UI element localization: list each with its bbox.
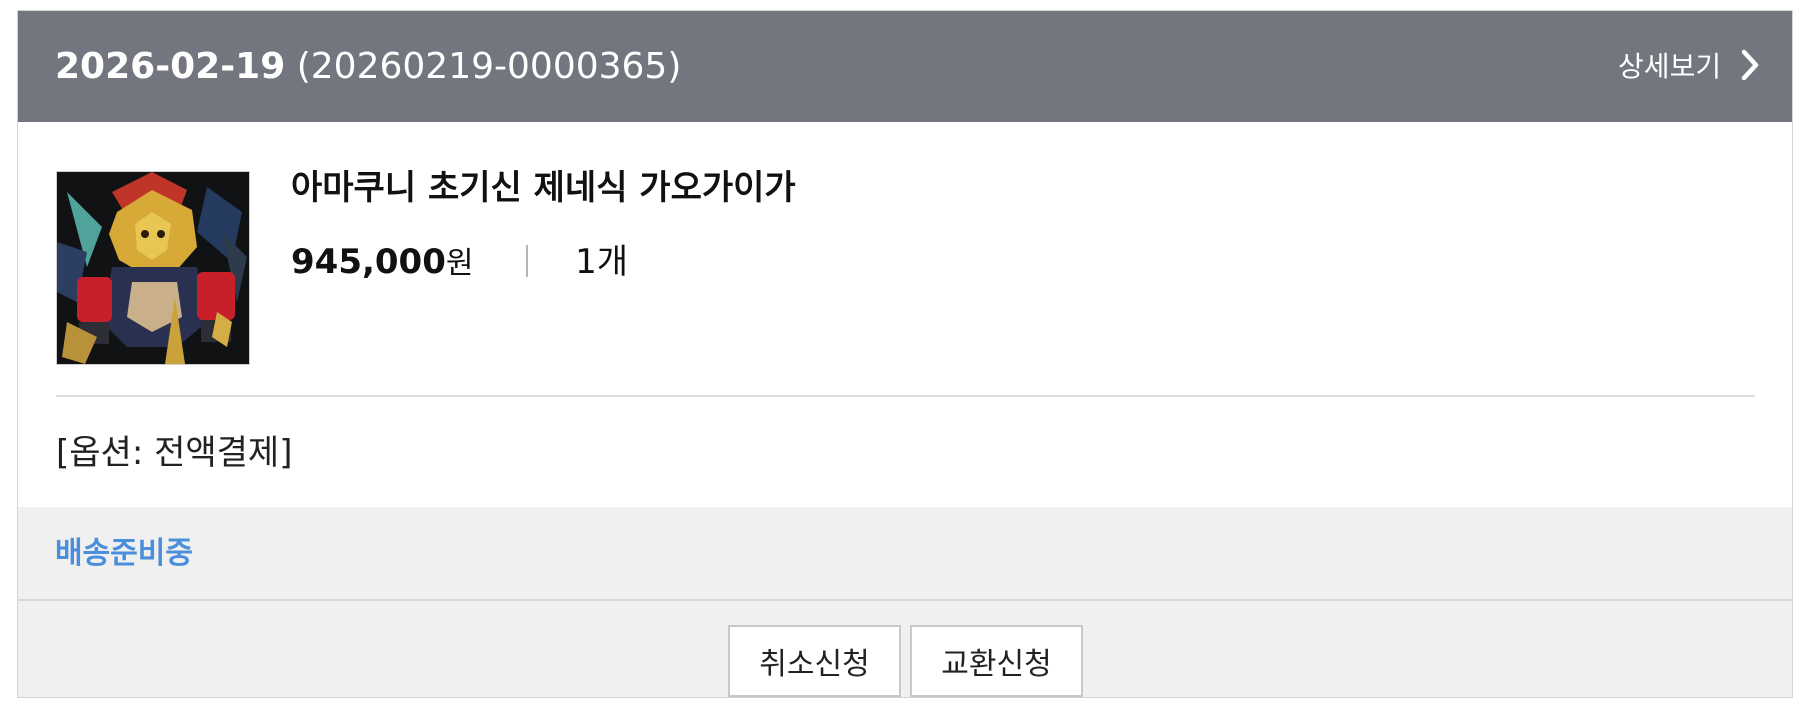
price-quantity-divider <box>526 245 529 277</box>
price-unit: 원 <box>445 246 474 281</box>
section-divider <box>56 395 1755 397</box>
shipping-status-bar: 배송준비중 <box>18 507 1792 601</box>
detail-link-label: 상세보기 <box>1618 50 1722 83</box>
product-name[interactable]: 아마쿠니 초기신 제네식 가오가이가 <box>291 160 796 209</box>
chevron-right-icon <box>1741 49 1759 81</box>
product-quantity: 1개 <box>575 242 629 282</box>
exchange-request-button[interactable]: 교환신청 <box>910 625 1083 697</box>
detail-link[interactable]: 상세보기 <box>1618 11 1760 122</box>
order-number: (20260219-0000365) <box>296 46 682 87</box>
order-card: 2026-02-19 (20260219-0000365) 상세보기 아마쿠니 … <box>17 10 1793 698</box>
order-date: 2026-02-19 <box>55 46 286 87</box>
price-quantity-line: 945,000원 1개 <box>291 234 628 283</box>
product-price: 945,000 <box>291 242 446 282</box>
shipping-status: 배송준비중 <box>55 536 193 571</box>
product-thumbnail[interactable] <box>56 171 250 365</box>
cancel-request-button[interactable]: 취소신청 <box>728 625 901 697</box>
product-option: [옵션: 전액결제] <box>56 433 293 473</box>
order-date-line: 2026-02-19 (20260219-0000365) <box>55 11 681 122</box>
product-row: 아마쿠니 초기신 제네식 가오가이가 945,000원 1개 <box>18 122 1792 407</box>
order-header: 2026-02-19 (20260219-0000365) 상세보기 <box>18 11 1792 122</box>
order-actions: 취소신청 교환신청 <box>18 601 1792 697</box>
robot-figure-image <box>57 172 249 364</box>
